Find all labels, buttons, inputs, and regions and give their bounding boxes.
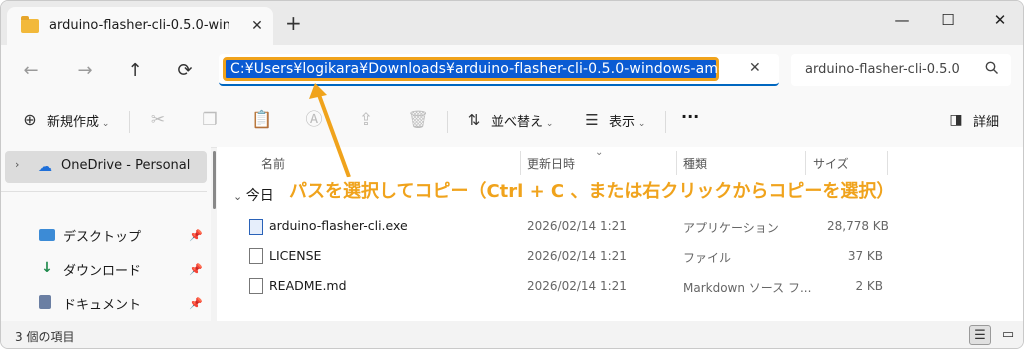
item-count: 3 個の項目 [15, 330, 75, 344]
tiles-view-icon[interactable]: ▭ [997, 325, 1019, 345]
annotation-arrow [309, 83, 351, 178]
details-view-icon[interactable]: ☰ [969, 325, 991, 345]
explorer-window: arduino-flasher-cli-0.5.0-windows-amd64 … [0, 0, 1024, 349]
annotation-text: パスを選択してコピー（Ctrl + C 、または右クリックからコピーを選択） [287, 177, 897, 203]
status-bar: 3 個の項目 ☰ ▭ [1, 321, 1023, 348]
